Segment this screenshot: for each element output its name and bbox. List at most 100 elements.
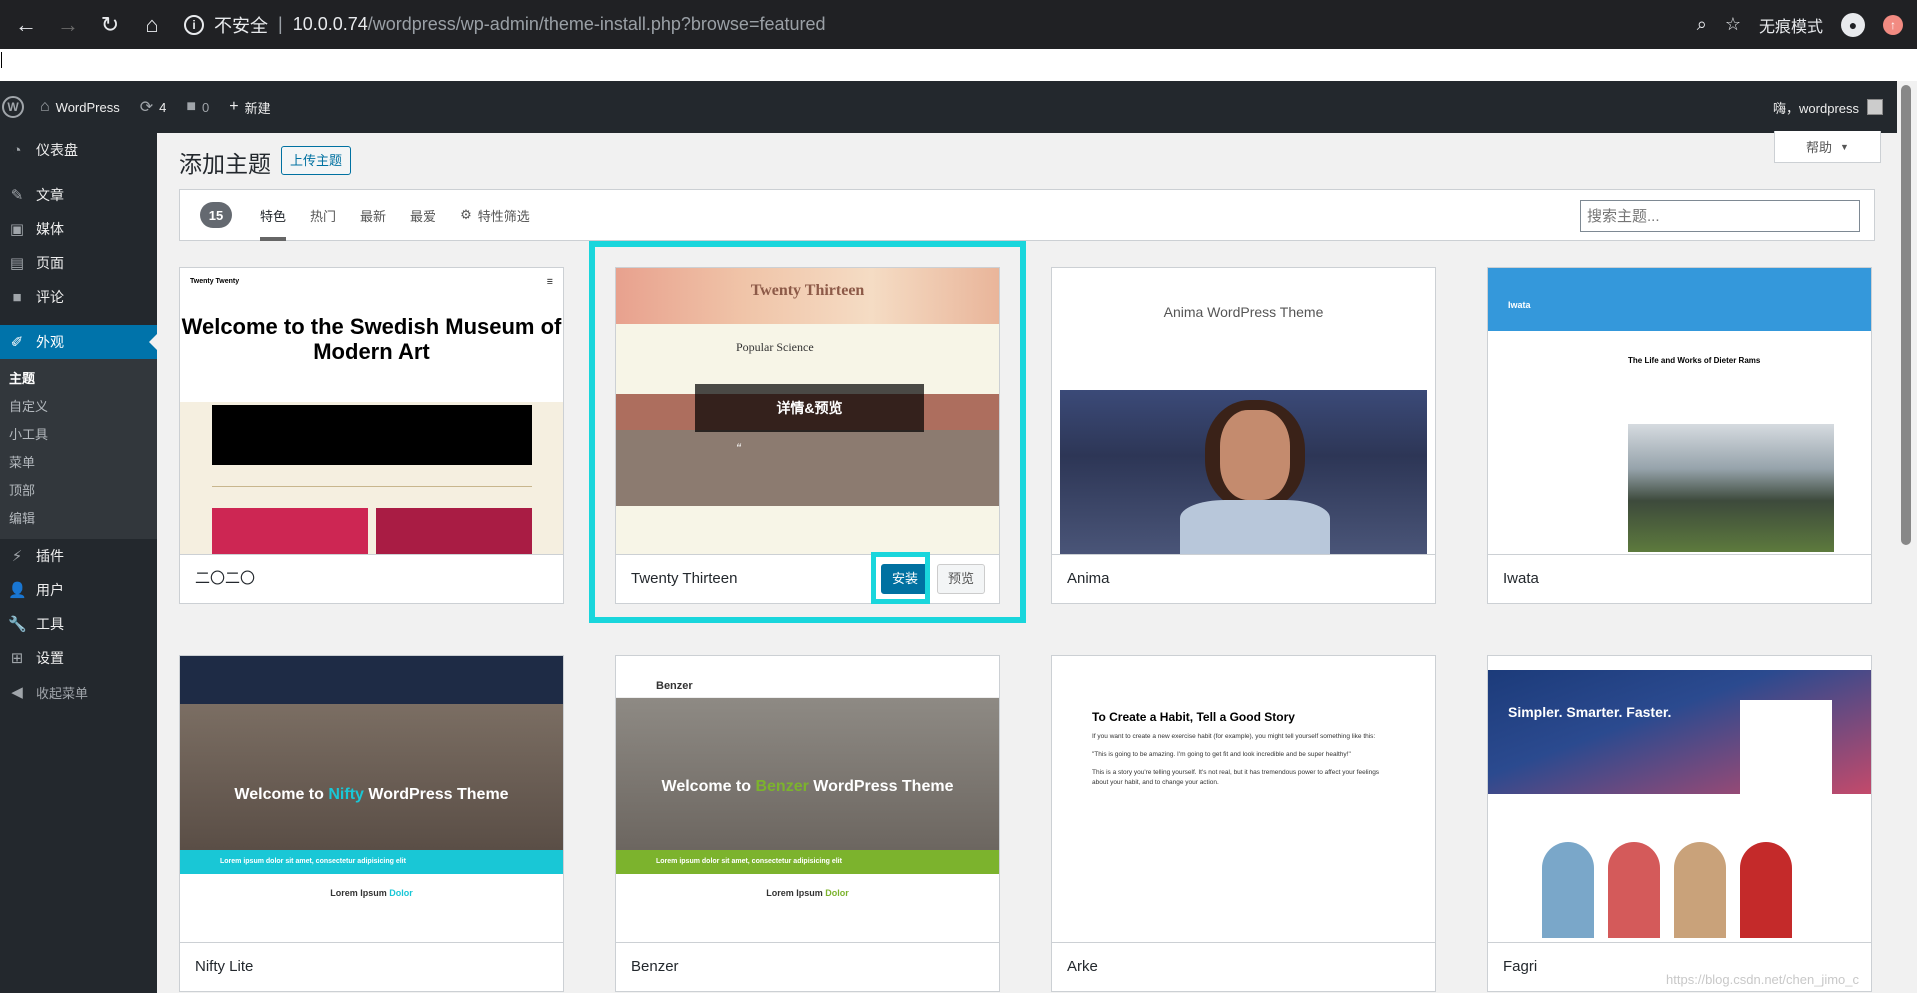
screenshot-block xyxy=(376,508,532,555)
page-scrollbar[interactable] xyxy=(1897,81,1917,993)
details-preview-button[interactable]: 详情&预览 xyxy=(695,384,924,432)
theme-screenshot[interactable]: Benzer Welcome to Benzer WordPress Theme… xyxy=(616,656,999,943)
menu-plugins[interactable]: ⚡ 插件 xyxy=(0,539,157,573)
heading-part: WordPress Theme xyxy=(368,786,509,803)
screenshot-people xyxy=(1542,842,1792,938)
heading-part: Welcome to xyxy=(234,786,324,803)
theme-card[interactable]: Iwata The Life and Works of Dieter Rams … xyxy=(1487,267,1872,604)
star-icon[interactable]: ☆ xyxy=(1725,14,1741,35)
screenshot-brand: Twenty Twenty xyxy=(190,278,240,285)
main-content: 添加主题 上传主题 帮助 ▼ 15 特色 热门 最新 最爱 ⚙ 特性筛选 Twe… xyxy=(157,131,1897,993)
menu-tools[interactable]: 🔧 工具 xyxy=(0,607,157,641)
screenshot-photo xyxy=(1060,390,1427,555)
theme-screenshot[interactable]: To Create a Habit, Tell a Good Story If … xyxy=(1052,656,1435,943)
theme-screenshot[interactable]: Twenty Twenty ☰ Welcome to the Swedish Mu… xyxy=(180,268,563,555)
menu-media[interactable]: ▣ 媒体 xyxy=(0,212,157,246)
greeting: 嗨，wordpress xyxy=(1773,100,1859,116)
back-icon[interactable]: ← xyxy=(14,12,38,38)
screenshot-heading: The Life and Works of Dieter Rams xyxy=(1628,356,1761,365)
screenshot-heading: Welcome to the Swedish Museum of Modern … xyxy=(180,304,563,402)
theme-screenshot[interactable]: Twenty Thirteen Popular Science “ 详情&预览 xyxy=(616,268,999,555)
theme-screenshot[interactable]: Simpler. Smarter. Faster. xyxy=(1488,656,1871,943)
theme-card[interactable]: Twenty Twenty ☰ Welcome to the Swedish Mu… xyxy=(179,267,564,604)
reload-icon[interactable]: ↻ xyxy=(98,12,122,38)
user-icon: 👤 xyxy=(8,582,27,599)
new-content-link[interactable]: + 新建 xyxy=(229,98,270,117)
menu-pages[interactable]: ▤ 页面 xyxy=(0,246,157,280)
screenshot-form xyxy=(1740,700,1832,794)
wrench-icon: 🔧 xyxy=(8,616,27,633)
theme-screenshot[interactable]: Anima WordPress Theme xyxy=(1052,268,1435,555)
submenu-widgets[interactable]: 小工具 xyxy=(0,421,157,449)
scrollbar-thumb[interactable] xyxy=(1901,85,1911,545)
screenshot-block xyxy=(212,508,368,555)
theme-card[interactable]: Simpler. Smarter. Faster. Fagri xyxy=(1487,655,1872,992)
incognito-icon[interactable]: ● xyxy=(1841,12,1865,37)
theme-card[interactable]: Anima WordPress Theme Anima xyxy=(1051,267,1436,604)
help-tab[interactable]: 帮助 ▼ xyxy=(1774,131,1881,163)
update-icon[interactable]: ↑ xyxy=(1883,14,1903,35)
screenshot-heading: Welcome to Benzer WordPress Theme xyxy=(616,698,999,850)
screenshot-info-bar xyxy=(212,405,532,465)
menu-label: 评论 xyxy=(36,289,64,305)
submenu-themes[interactable]: 主题 xyxy=(0,365,157,393)
theme-card[interactable]: Benzer Welcome to Benzer WordPress Theme… xyxy=(615,655,1000,992)
preview-button[interactable]: 预览 xyxy=(936,564,985,594)
theme-name-bar: Twenty Thirteen 安装 预览 xyxy=(616,554,999,603)
photo-face xyxy=(1220,410,1290,500)
page-icon: ▤ xyxy=(9,255,25,272)
wp-admin-bar: W ⌂ WordPress ⟳ 4 ■ 0 + 新建 嗨，wordpress xyxy=(0,81,1917,133)
url-separator: | xyxy=(278,14,283,34)
forward-icon[interactable]: → xyxy=(56,12,80,38)
theme-count: 15 xyxy=(200,202,232,228)
theme-card[interactable]: To Create a Habit, Tell a Good Story If … xyxy=(1051,655,1436,992)
submenu-header[interactable]: 顶部 xyxy=(0,477,157,505)
menu-comments[interactable]: ■ 评论 xyxy=(0,280,157,314)
tab-feature-filter[interactable]: ⚙ 特性筛选 xyxy=(460,189,530,241)
updates-icon: ⟳ xyxy=(139,99,154,116)
heading-accent: Benzer xyxy=(755,778,809,795)
comments-link[interactable]: ■ 0 xyxy=(186,98,209,116)
screenshot-logo: Benzer xyxy=(656,680,693,692)
menu-appearance[interactable]: ✐ 外观 xyxy=(0,325,157,359)
menu-posts[interactable]: ✎ 文章 xyxy=(0,178,157,212)
submenu-customize[interactable]: 自定义 xyxy=(0,393,157,421)
site-name-link[interactable]: ⌂ WordPress xyxy=(40,98,120,116)
comments-count: 0 xyxy=(202,99,210,115)
address-bar[interactable]: i 不安全 | 10.0.0.74 /wordpress/wp-admin/th… xyxy=(184,12,826,38)
screenshot-footer xyxy=(616,506,999,555)
theme-screenshot[interactable]: Welcome to Nifty WordPress Theme Lorem i… xyxy=(180,656,563,943)
collapse-menu[interactable]: ◀ 收起菜单 xyxy=(0,675,157,709)
theme-card[interactable]: Welcome to Nifty WordPress Theme Lorem i… xyxy=(179,655,564,992)
screenshot-heading: To Create a Habit, Tell a Good Story xyxy=(1092,710,1295,724)
menu-dashboard[interactable]: ◔ 仪表盘 xyxy=(0,133,157,167)
menu-label: 设置 xyxy=(36,650,64,666)
theme-screenshot[interactable]: Iwata The Life and Works of Dieter Rams xyxy=(1488,268,1871,555)
home-icon[interactable]: ⌂ xyxy=(140,12,164,38)
submenu-menus[interactable]: 菜单 xyxy=(0,449,157,477)
info-icon[interactable]: i xyxy=(184,14,204,35)
tab-featured[interactable]: 特色 xyxy=(260,189,287,241)
upload-theme-button[interactable]: 上传主题 xyxy=(281,146,352,175)
account-menu[interactable]: 嗨，wordpress xyxy=(1773,98,1883,117)
theme-card[interactable]: Twenty Thirteen Popular Science “ 详情&预览 … xyxy=(615,267,1000,604)
tab-latest[interactable]: 最新 xyxy=(360,189,386,241)
theme-name: Nifty Lite xyxy=(180,942,563,991)
submenu-editor[interactable]: 编辑 xyxy=(0,505,157,533)
updates-link[interactable]: ⟳ 4 xyxy=(140,97,167,117)
install-button[interactable]: 安装 xyxy=(880,564,929,594)
page-title: 添加主题 xyxy=(179,151,271,177)
browser-actions: ⌕ ☆ 无痕模式 ● ↑ xyxy=(1697,0,1903,49)
zoom-icon[interactable]: ⌕ xyxy=(1697,14,1707,35)
wordpress-logo-icon[interactable]: W xyxy=(2,96,24,118)
menu-settings[interactable]: ⊞ 设置 xyxy=(0,641,157,675)
tab-favorites[interactable]: 最爱 xyxy=(410,189,436,241)
theme-name: Twenty Thirteen xyxy=(631,570,738,587)
menu-users[interactable]: 👤 用户 xyxy=(0,573,157,607)
theme-filter-bar: 15 特色 热门 最新 最爱 ⚙ 特性筛选 xyxy=(179,189,1875,241)
tab-popular[interactable]: 热门 xyxy=(310,189,336,241)
avatar xyxy=(1867,99,1883,115)
blank-bar xyxy=(0,49,1917,81)
subheading-part: Lorem Ipsum xyxy=(330,888,387,898)
search-input[interactable] xyxy=(1580,200,1860,232)
